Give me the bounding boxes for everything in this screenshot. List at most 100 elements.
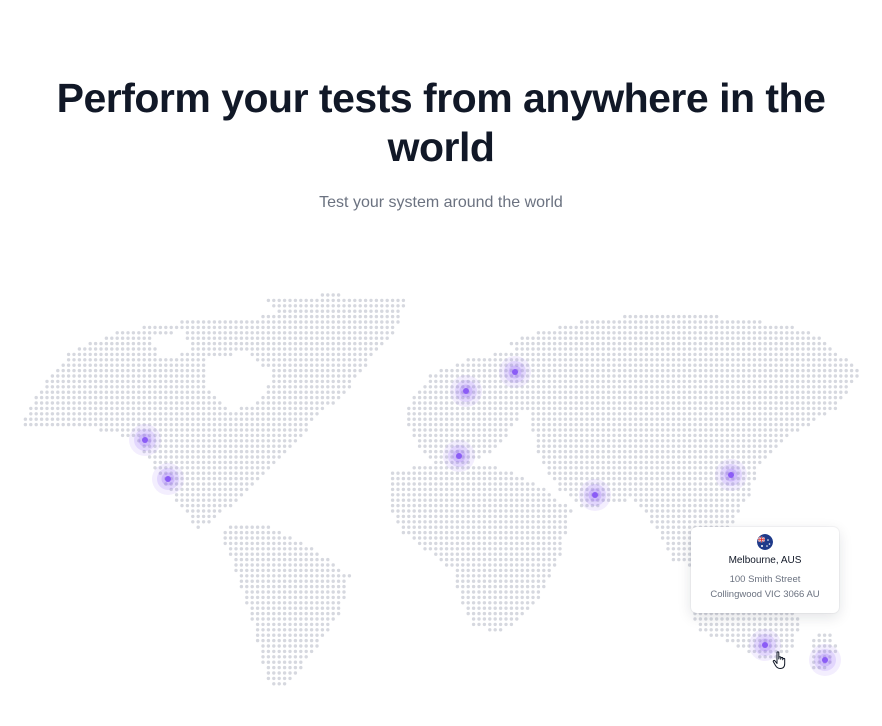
map-dot [650,336,654,340]
map-dot [644,498,649,502]
map-dot [417,520,422,524]
map-dot [833,395,838,400]
map-dot [660,482,665,486]
map-dot [282,606,287,610]
map-dot [752,347,757,351]
map-dot [218,449,222,454]
map-dot [174,439,179,443]
map-dot [747,363,751,367]
map-dot [504,617,508,621]
map-dot [531,568,535,573]
map-dot [498,352,503,357]
map-dot [434,433,438,438]
map-dot [666,406,670,411]
map-dot [266,584,271,589]
map-dot [579,368,584,373]
map-dot [191,433,195,438]
map-dot [736,628,740,632]
map-dot [282,395,287,400]
map-dot [601,449,605,454]
map-dot [272,579,276,583]
map-dot [444,482,449,486]
map-dot [315,331,319,335]
map-dot [277,552,281,556]
map-dot [228,460,233,465]
map-dot [39,390,44,394]
marker-mexico[interactable] [152,463,184,495]
map-dot [83,412,87,416]
map-dot [266,606,271,610]
map-dot [741,412,746,416]
map-dot [493,509,497,513]
map-dot [110,412,114,416]
map-dot [666,368,670,373]
map-dot [342,336,346,340]
map-dot [207,514,211,519]
map-dot [72,379,76,384]
map-dot [731,433,735,438]
map-dot [417,466,422,470]
map-dot [660,525,665,529]
map-dot [288,541,292,546]
map-dot [574,368,578,373]
map-dot [747,455,751,459]
map-dot [693,379,697,384]
map-dot [293,368,298,373]
map-dot [331,309,335,313]
map-dot [142,406,146,411]
map-dot [477,568,481,573]
map-dot [774,395,778,400]
map-dot [812,358,816,362]
map-dot [644,401,649,405]
map-dot [515,579,519,583]
map-dot [147,374,152,378]
map-dot [563,331,568,335]
map-dot [239,417,244,421]
map-dot [282,568,287,573]
map-dot [758,379,762,384]
map-dot [509,471,514,475]
map-dot [320,590,325,594]
map-dot [747,471,751,475]
map-dot [326,325,330,330]
map-dot [88,347,92,351]
marker-us-west[interactable] [129,424,161,456]
map-dot [687,325,692,330]
map-dot [515,520,519,524]
map-dot [239,584,244,589]
map-dot [434,406,438,411]
map-dot [660,422,665,427]
map-dot [266,406,271,411]
map-dot [245,601,249,605]
map-dot [164,390,168,394]
marker-uk[interactable] [450,375,482,407]
map-dot [547,460,551,465]
map-dot [563,455,568,459]
map-dot [639,325,643,330]
map-dot [725,638,730,643]
map-dot [234,466,238,470]
map-dot [768,417,773,421]
map-dot [563,374,568,378]
map-dot [315,304,319,308]
map-dot [585,352,589,357]
map-dot [790,428,794,432]
map-dot [185,466,190,470]
map-dot [434,520,438,524]
map-dot [439,433,443,438]
map-dot [515,417,519,421]
map-dot [488,439,492,443]
map-dot [304,358,308,362]
map-dot [50,379,55,384]
map-dot [747,493,751,497]
map-dot [849,379,854,384]
map-dot [255,552,260,556]
map-dot [266,660,271,664]
map-dot [488,622,492,627]
map-dot [655,487,659,492]
map-dot [299,385,303,389]
map-dot [482,547,487,551]
map-dot [120,358,125,362]
map-dot [196,439,200,443]
map-dot [682,331,686,335]
